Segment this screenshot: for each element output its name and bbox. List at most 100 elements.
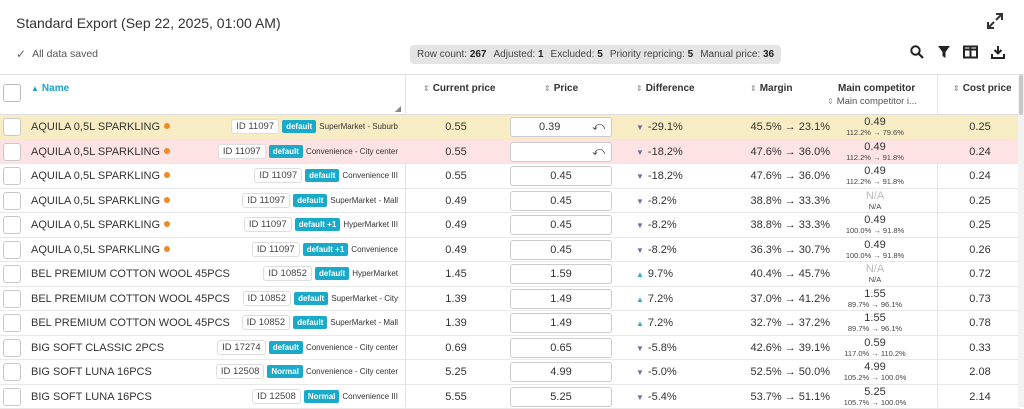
product-id: ID 17274 bbox=[217, 340, 266, 355]
row-checkbox[interactable] bbox=[3, 192, 21, 210]
table-row[interactable]: AQUILA 0,5L SPARKLINGID 11097default +1H… bbox=[0, 213, 1020, 238]
margin-change: 45.5% → 23.1% bbox=[730, 121, 830, 133]
undo-icon[interactable]: ⤺ bbox=[592, 119, 605, 134]
vertical-scrollbar[interactable] bbox=[1018, 75, 1024, 407]
price-input[interactable]: 0.65 bbox=[510, 338, 612, 358]
product-name: BIG SOFT CLASSIC 2PCS bbox=[31, 342, 164, 354]
table-row[interactable]: BIG SOFT LUNA 16PCS ID 12508NormalConveni… bbox=[0, 360, 1020, 385]
price-input[interactable]: 0.45 bbox=[510, 240, 612, 260]
price-group-badge: default bbox=[269, 145, 303, 158]
current-price: 5.25 bbox=[406, 366, 506, 378]
product-meta: ID 11097default +1Convenience bbox=[252, 242, 398, 257]
grid-header: ▲Name ◢ ⇕Current price ⇕Price ⇕Differenc… bbox=[0, 75, 1024, 115]
price-input[interactable]: 0.45 bbox=[510, 191, 612, 211]
row-checkbox[interactable] bbox=[3, 388, 21, 406]
search-icon[interactable] bbox=[908, 45, 925, 62]
row-checkbox[interactable] bbox=[3, 265, 21, 283]
competitor-price-value: 0.49 bbox=[827, 165, 923, 177]
column-header-cost-price[interactable]: ⇕Cost price bbox=[937, 75, 1018, 115]
table-row[interactable]: AQUILA 0,5L SPARKLINGID 11097defaultConv… bbox=[0, 140, 1020, 165]
column-competitor-label: Main competitor bbox=[838, 83, 915, 94]
resize-handle[interactable]: ◢ bbox=[395, 104, 401, 113]
competitor-price: 0.49100.0% → 91.8% bbox=[827, 239, 923, 260]
table-row[interactable]: BIG SOFT LUNA 16PCSID 12508NormalConveni… bbox=[0, 385, 1020, 409]
row-checkbox[interactable] bbox=[3, 216, 21, 234]
page-title: Standard Export (Sep 22, 2025, 01:00 AM) bbox=[16, 15, 281, 31]
column-header-name[interactable]: ▲Name ◢ bbox=[0, 75, 405, 115]
table-row[interactable]: AQUILA 0,5L SPARKLING ID 11097defaultSupe… bbox=[0, 189, 1020, 214]
product-name: BEL PREMIUM COTTON WOOL 45PCS bbox=[31, 293, 230, 305]
table-row[interactable]: BEL PREMIUM COTTON WOOL 45PCSID 10852def… bbox=[0, 311, 1020, 336]
margin-change: 52.5% → 50.0% bbox=[730, 366, 830, 378]
competitor-price-value: 0.49 bbox=[827, 116, 923, 128]
download-icon[interactable] bbox=[989, 45, 1006, 62]
table-row[interactable]: BEL PREMIUM COTTON WOOL 45PCSID 10852def… bbox=[0, 262, 1020, 287]
product-meta: ID 12508NormalConvenience - City center bbox=[216, 364, 398, 379]
product-name-text: BIG SOFT LUNA 16PCS bbox=[31, 366, 152, 378]
cost-price: 0.25 bbox=[940, 195, 1020, 207]
stat-label: Priority repricing: bbox=[610, 49, 685, 60]
product-meta: ID 11097defaultSuperMarket - Suburb bbox=[231, 119, 398, 134]
price-value: 0.45 bbox=[511, 244, 611, 256]
product-name-text: AQUILA 0,5L SPARKLING bbox=[31, 195, 160, 207]
row-checkbox[interactable] bbox=[3, 314, 21, 332]
column-header-price[interactable]: ⇕Price bbox=[508, 75, 618, 115]
price-input[interactable]: 0.45 bbox=[510, 166, 612, 186]
table-row[interactable]: AQUILA 0,5L SPARKLINGID 11097defaultConv… bbox=[0, 164, 1020, 189]
column-header-main-competitor[interactable]: Main competitor ⇕Main competitor i... bbox=[827, 75, 937, 115]
row-checkbox[interactable] bbox=[3, 290, 21, 308]
row-checkbox[interactable] bbox=[3, 241, 21, 259]
store-name: HyperMarket III bbox=[343, 220, 398, 229]
competitor-price-value: 0.49 bbox=[827, 214, 923, 226]
price-group-badge: default bbox=[293, 194, 327, 207]
difference-value: 7.2% bbox=[648, 317, 673, 329]
current-price: 0.55 bbox=[406, 170, 506, 182]
priority-dot-icon bbox=[164, 221, 170, 227]
row-checkbox[interactable] bbox=[3, 143, 21, 161]
scrollbar-thumb[interactable] bbox=[1019, 75, 1023, 115]
table-row[interactable]: BIG SOFT CLASSIC 2PCSID 17274defaultConv… bbox=[0, 336, 1020, 361]
competitor-price: 0.49100.0% → 91.8% bbox=[827, 214, 923, 235]
arrow-down-icon: ▼ bbox=[636, 393, 644, 402]
competitor-price-value: N/A bbox=[827, 263, 923, 275]
expand-icon[interactable] bbox=[986, 12, 1004, 30]
price-input[interactable]: 1.49 bbox=[510, 313, 612, 333]
margin-change: 40.4% → 45.7% bbox=[730, 268, 830, 280]
price-input[interactable]: ⤺ bbox=[510, 142, 612, 162]
price-input[interactable]: 0.39⤺ bbox=[510, 117, 612, 137]
competitor-index: 112.2% → 91.8% bbox=[827, 177, 923, 186]
product-meta: ID 10852defaultHyperMarket bbox=[263, 266, 398, 281]
column-header-difference[interactable]: ⇕Difference bbox=[618, 75, 724, 115]
price-input[interactable]: 1.49 bbox=[510, 289, 612, 309]
difference-value: -29.1% bbox=[648, 121, 683, 133]
competitor-price: N/AN/A bbox=[827, 263, 923, 284]
price-input[interactable]: 4.99 bbox=[510, 362, 612, 382]
product-meta: ID 11097defaultSuperMarket - Mall bbox=[242, 193, 398, 208]
current-price: 0.55 bbox=[406, 121, 506, 133]
competitor-price-value: 4.99 bbox=[827, 361, 923, 373]
row-checkbox[interactable] bbox=[3, 118, 21, 136]
filter-icon[interactable] bbox=[935, 45, 952, 62]
check-icon: ✓ bbox=[16, 47, 26, 61]
price-value: 1.59 bbox=[511, 268, 611, 280]
column-header-margin[interactable]: ⇕Margin bbox=[724, 75, 827, 115]
stat-value: 36 bbox=[763, 49, 774, 60]
column-header-current-price[interactable]: ⇕Current price bbox=[405, 75, 508, 115]
price-input[interactable]: 5.25 bbox=[510, 387, 612, 407]
product-name: AQUILA 0,5L SPARKLING bbox=[31, 146, 170, 158]
price-input[interactable]: 0.45 bbox=[510, 215, 612, 235]
store-name: SuperMarket - Mall bbox=[330, 196, 398, 205]
table-row[interactable]: AQUILA 0,5L SPARKLING ID 11097defaultSupe… bbox=[0, 115, 1020, 140]
columns-icon[interactable] bbox=[962, 45, 979, 62]
product-name-text: AQUILA 0,5L SPARKLING bbox=[31, 121, 160, 133]
competitor-index: N/A bbox=[827, 275, 923, 284]
table-row[interactable]: BEL PREMIUM COTTON WOOL 45PCSID 10852def… bbox=[0, 287, 1020, 312]
price-input[interactable]: 1.59 bbox=[510, 264, 612, 284]
row-checkbox[interactable] bbox=[3, 339, 21, 357]
row-checkbox[interactable] bbox=[3, 363, 21, 381]
undo-icon[interactable]: ⤺ bbox=[592, 144, 605, 159]
table-row[interactable]: AQUILA 0,5L SPARKLINGID 11097default +1C… bbox=[0, 238, 1020, 263]
product-id: ID 11097 bbox=[252, 242, 300, 257]
row-checkbox[interactable] bbox=[3, 167, 21, 185]
current-price: 1.39 bbox=[406, 317, 506, 329]
